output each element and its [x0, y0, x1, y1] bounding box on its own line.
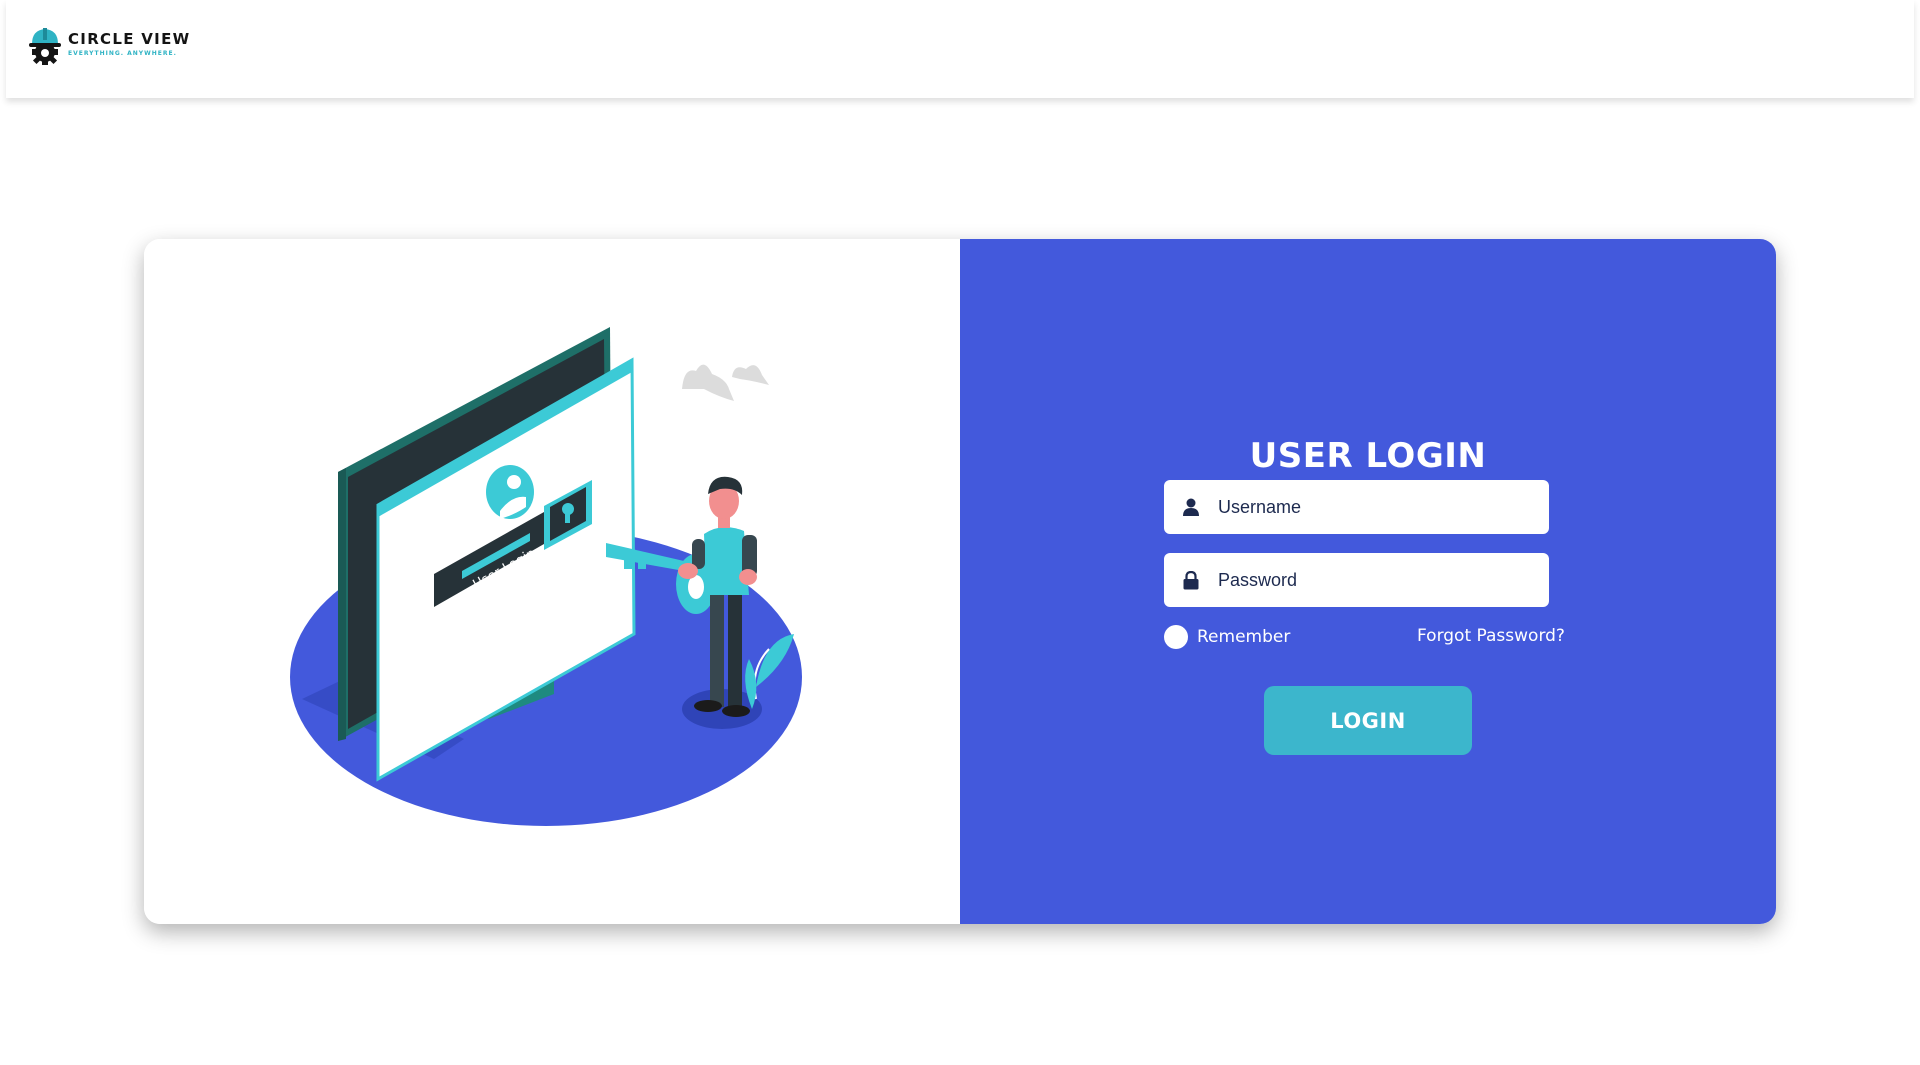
password-input[interactable] [1218, 560, 1518, 600]
remember-checkbox[interactable] [1164, 625, 1188, 649]
password-field[interactable] [1164, 553, 1549, 607]
brand-tagline: EVERYTHING. ANYWHERE. [68, 50, 177, 57]
illustration-panel: User Login [144, 239, 960, 924]
username-input[interactable] [1218, 487, 1518, 527]
forgot-password-link[interactable]: Forgot Password? [1417, 626, 1565, 646]
lock-icon [1164, 553, 1218, 607]
login-card: User Login USER LOGIN Username Remember … [144, 239, 1776, 924]
user-icon [1164, 480, 1218, 534]
remember-option[interactable]: Remember [1164, 625, 1290, 649]
brand-logo[interactable]: CIRCLE VIEW EVERYTHING. ANYWHERE. [28, 24, 190, 66]
remember-label: Remember [1197, 627, 1291, 647]
login-panel: USER LOGIN Remember Forgot [960, 239, 1776, 924]
login-illustration: User Login [290, 327, 802, 826]
login-title: USER LOGIN [1249, 435, 1487, 476]
login-button[interactable]: LOGIN [1264, 686, 1472, 755]
username-field[interactable] [1164, 480, 1549, 534]
top-navbar: CIRCLE VIEW EVERYTHING. ANYWHERE. [6, 0, 1914, 98]
brand-name: CIRCLE VIEW [68, 30, 191, 48]
helmet-gear-icon [29, 28, 61, 65]
